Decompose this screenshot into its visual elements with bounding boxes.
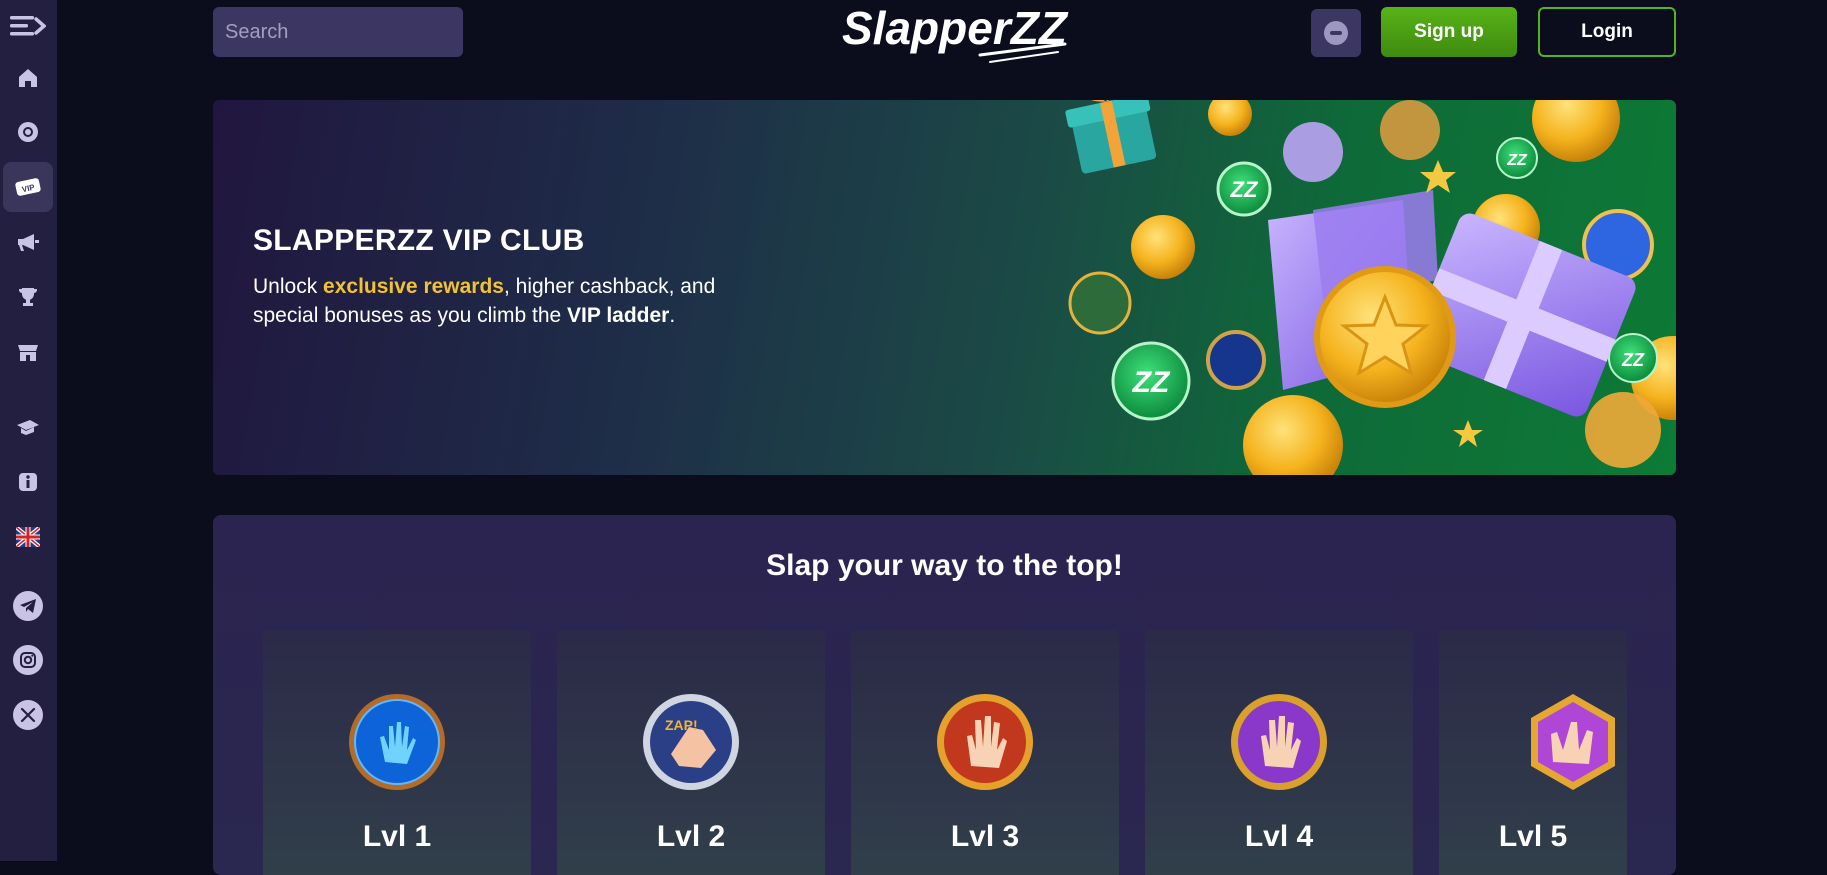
hero-title: SLAPPERZZ VIP CLUB xyxy=(253,224,585,257)
sidebar-item-vip[interactable]: VIP xyxy=(3,162,53,212)
level-label: Lvl 2 xyxy=(656,820,726,853)
sidebar-item-promotions[interactable] xyxy=(3,217,53,267)
trophy-icon xyxy=(19,288,37,306)
hero-text-1: Unlock xyxy=(253,275,324,298)
brand-logo[interactable]: SlapperZZ xyxy=(840,0,1080,70)
sidebar-item-casino[interactable] xyxy=(3,107,53,157)
casino-chip-icon xyxy=(18,122,38,142)
sidebar-item-shop[interactable] xyxy=(3,327,53,377)
sidebar-item-info[interactable] xyxy=(3,457,53,507)
search-box[interactable] xyxy=(213,7,492,57)
menu-toggle-icon xyxy=(10,16,46,36)
home-icon xyxy=(19,69,37,87)
sidebar-item-academy[interactable] xyxy=(3,402,53,452)
level-2-badge-icon: ZAP! xyxy=(643,694,739,790)
level-card-4[interactable]: Lvl 4 xyxy=(1145,630,1413,875)
x-twitter-icon xyxy=(13,700,43,730)
svg-text:ZAP!: ZAP! xyxy=(665,717,698,733)
svg-text:ZZ: ZZ xyxy=(1621,350,1645,370)
menu-toggle-button[interactable] xyxy=(3,1,53,51)
graduation-cap-icon xyxy=(17,420,39,435)
instagram-link[interactable] xyxy=(3,635,53,685)
level-3-badge-icon xyxy=(937,694,1033,790)
telegram-icon xyxy=(13,591,43,621)
uk-flag-icon xyxy=(16,527,40,547)
sidebar-item-tournaments[interactable] xyxy=(3,272,53,322)
level-card-1[interactable]: Lvl 1 xyxy=(263,630,531,875)
hero-illustration: ZZ ZZ ZZ ZZ xyxy=(1065,100,1676,475)
sidebar-item-language[interactable] xyxy=(3,512,53,562)
sidebar-item-home[interactable] xyxy=(3,53,53,103)
level-5-badge-icon xyxy=(1531,694,1615,790)
vip-levels-panel: Slap your way to the top! Lvl 1 ZAP! Lvl… xyxy=(213,515,1676,875)
level-card-3[interactable]: Lvl 3 xyxy=(851,630,1119,875)
hero-description: Unlock exclusive rewards, higher cashbac… xyxy=(253,272,773,330)
levels-heading: Slap your way to the top! xyxy=(766,549,1123,582)
hero-highlight: exclusive rewards xyxy=(323,275,504,298)
x-twitter-link[interactable] xyxy=(3,690,53,740)
level-card-5[interactable]: Lvl 5 xyxy=(1439,630,1627,875)
svg-text:ZZ: ZZ xyxy=(1506,152,1528,169)
svg-text:ZZ: ZZ xyxy=(1230,177,1259,202)
sign-up-button[interactable]: Sign up xyxy=(1381,7,1517,57)
info-icon xyxy=(19,473,37,491)
vip-hero-banner: SLAPPERZZ VIP CLUB Unlock exclusive rewa… xyxy=(213,100,1676,475)
telegram-link[interactable] xyxy=(3,581,53,631)
level-4-badge-icon xyxy=(1231,694,1327,790)
level-label: Lvl 4 xyxy=(1244,820,1314,853)
promotions-megaphone-icon xyxy=(18,234,39,251)
sidebar: VIP xyxy=(0,0,57,861)
instagram-icon xyxy=(13,645,43,675)
live-chat-button[interactable] xyxy=(1311,9,1361,57)
level-label: Lvl 5 xyxy=(1498,820,1568,853)
level-label: Lvl 3 xyxy=(950,820,1020,853)
search-input[interactable] xyxy=(223,19,492,45)
svg-text:ZZ: ZZ xyxy=(1132,366,1171,399)
hero-text-3: . xyxy=(669,304,676,327)
brand-logo-text: SlapperZZ xyxy=(842,2,1069,54)
shop-icon xyxy=(18,345,38,361)
level-card-2[interactable]: ZAP! Lvl 2 xyxy=(557,630,825,875)
chat-bubble-icon xyxy=(1324,21,1348,45)
level-label: Lvl 1 xyxy=(362,820,432,853)
hero-bold: VIP ladder xyxy=(567,304,670,327)
login-button[interactable]: Login xyxy=(1538,7,1676,57)
vip-icon: VIP xyxy=(15,178,41,196)
level-1-badge-icon xyxy=(349,694,445,790)
